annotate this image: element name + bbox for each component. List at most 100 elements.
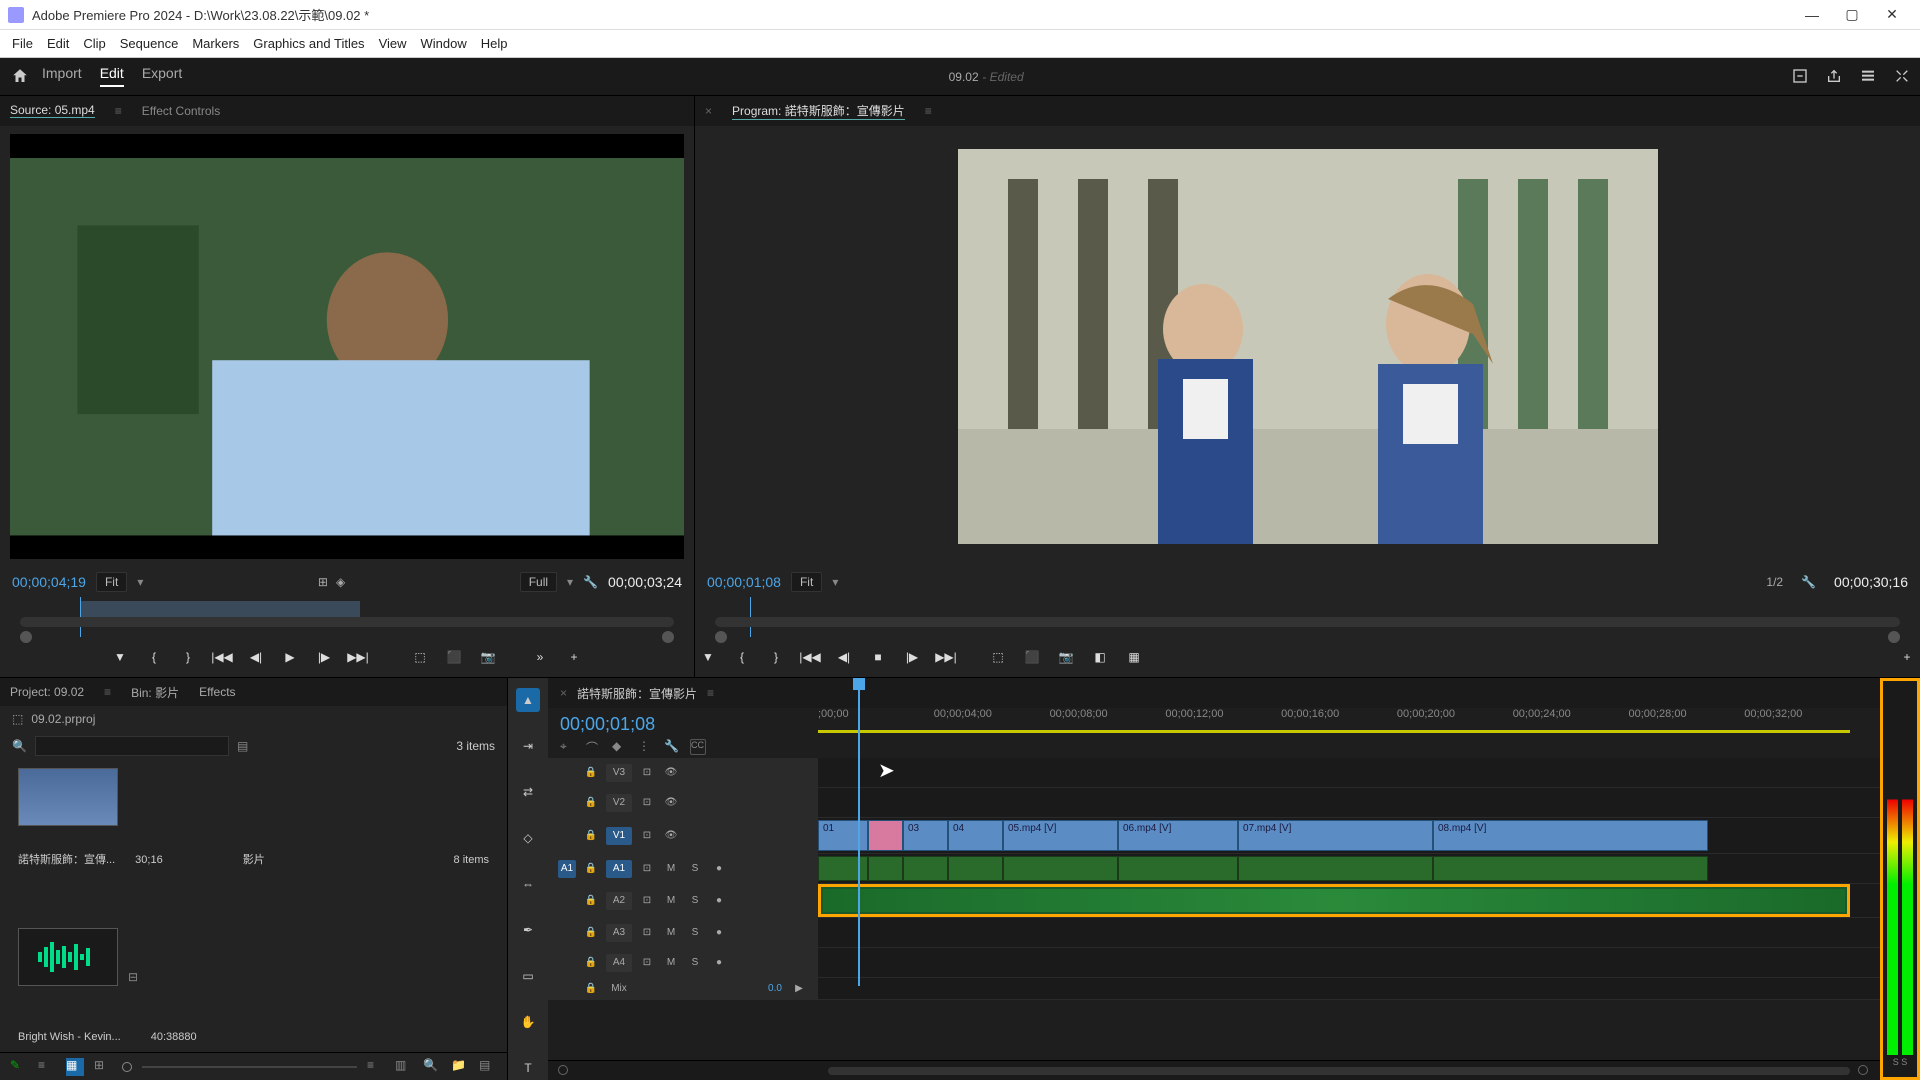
go-to-out-icon[interactable]: ▶▶| (933, 644, 959, 670)
close-tab-icon[interactable]: × (560, 686, 567, 700)
search-icon[interactable]: 🔍 (12, 739, 27, 753)
chevron-down-icon[interactable]: ▾ (567, 575, 573, 589)
tab-program[interactable]: Program: 諾特斯服飾：宣傳影片 (732, 102, 905, 120)
maximize-button[interactable]: ▢ (1832, 0, 1872, 30)
video-clip[interactable]: 07.mp4 [V] (1238, 820, 1433, 851)
track-name[interactable]: A3 (606, 924, 632, 942)
close-button[interactable]: ✕ (1872, 0, 1912, 30)
mark-out-icon[interactable]: } (763, 644, 789, 670)
program-video-area[interactable] (695, 126, 1920, 567)
linked-selection-icon[interactable]: ⌒ (586, 739, 602, 755)
audio-track-4[interactable]: 🔒A4⊡MS● (548, 948, 1880, 978)
mute-icon[interactable]: M (662, 954, 680, 972)
zoom-slider-handle[interactable] (122, 1062, 132, 1072)
export-frame-icon[interactable]: 📷 (1053, 644, 1079, 670)
wrench-icon[interactable]: 🔧 (583, 575, 598, 589)
tab-effect-controls[interactable]: Effect Controls (142, 104, 220, 118)
lock-icon[interactable]: 🔒 (582, 954, 600, 972)
step-back-icon[interactable]: ◀| (243, 644, 269, 670)
track-name[interactable]: V2 (606, 794, 632, 812)
track-name[interactable]: A1 (606, 860, 632, 878)
go-to-in-icon[interactable]: |◀◀ (209, 644, 235, 670)
comparison-view-icon[interactable]: ◧ (1087, 644, 1113, 670)
new-item-icon[interactable]: ▤ (479, 1058, 497, 1076)
source-resolution-dropdown[interactable]: Full (520, 572, 557, 592)
horizontal-scrollbar[interactable] (828, 1067, 1850, 1075)
track-select-tool-icon[interactable]: ⇥ (516, 734, 540, 758)
audio-clip[interactable] (1433, 856, 1708, 881)
voiceover-icon[interactable]: ● (710, 860, 728, 878)
share-icon[interactable] (1824, 66, 1844, 86)
close-tab-icon[interactable]: × (705, 104, 712, 118)
tab-project[interactable]: Project: 09.02 (10, 685, 84, 699)
list-view-icon[interactable]: ≡ (38, 1058, 56, 1076)
search-input[interactable] (35, 736, 229, 756)
audio-clip[interactable] (1238, 856, 1433, 881)
video-track-3[interactable]: 🔒V3⊡👁 (548, 758, 1880, 788)
bin-name[interactable]: 影片 (243, 851, 265, 867)
lock-icon[interactable]: 🔒 (582, 860, 600, 878)
icon-view-icon[interactable]: ▦ (66, 1058, 84, 1076)
video-clip[interactable]: 05.mp4 [V] (1003, 820, 1118, 851)
safe-margins-icon[interactable]: ▦ (1121, 644, 1147, 670)
sync-lock-icon[interactable]: ⊡ (638, 924, 656, 942)
zoom-handle-right[interactable] (662, 631, 674, 643)
timeline-playhead[interactable] (858, 686, 860, 986)
lift-icon[interactable]: ⬚ (985, 644, 1011, 670)
quick-export-icon[interactable] (1790, 66, 1810, 86)
voiceover-icon[interactable]: ● (710, 954, 728, 972)
add-marker-icon[interactable]: ▼ (695, 644, 721, 670)
lock-icon[interactable]: 🔒 (582, 924, 600, 942)
workspace-menu-icon[interactable] (1858, 66, 1878, 86)
mark-in-icon[interactable]: { (141, 644, 167, 670)
eye-icon[interactable]: 👁 (662, 764, 680, 782)
solo-icon[interactable]: S (686, 860, 704, 878)
lock-icon[interactable]: 🔒 (582, 827, 600, 845)
voiceover-icon[interactable]: ● (710, 924, 728, 942)
tab-export[interactable]: Export (142, 65, 182, 87)
hand-tool-icon[interactable]: ✋ (516, 1010, 540, 1034)
zoom-handle-right[interactable] (1888, 631, 1900, 643)
tab-import[interactable]: Import (42, 65, 82, 87)
a1-track-body[interactable] (818, 854, 1880, 883)
insert-overwrite-icon[interactable]: ⊞ (318, 575, 328, 589)
voiceover-icon[interactable]: ● (710, 892, 728, 910)
video-clip[interactable]: 08.mp4 [V] (1433, 820, 1708, 851)
audio-clip[interactable] (1118, 856, 1238, 881)
video-clip[interactable]: 01 (818, 820, 868, 851)
source-video[interactable] (10, 134, 684, 559)
pen-tool-icon[interactable]: ✒ (516, 918, 540, 942)
menu-icon[interactable]: ≡ (104, 685, 111, 699)
lock-icon[interactable]: 🔒 (582, 892, 600, 910)
mix-output-icon[interactable]: ▶ (790, 980, 808, 998)
minimize-button[interactable]: — (1792, 0, 1832, 30)
home-icon[interactable] (8, 64, 32, 88)
step-forward-icon[interactable]: |▶ (899, 644, 925, 670)
timeline-display-settings-icon[interactable]: ⋮ (638, 739, 654, 755)
folder-up-icon[interactable]: ⬚ (12, 712, 23, 726)
timeline-timecode[interactable]: 00;00;01;08 (560, 714, 806, 735)
pencil-icon[interactable]: ✎ (10, 1058, 28, 1076)
eye-icon[interactable]: 👁 (662, 794, 680, 812)
mute-icon[interactable]: M (662, 860, 680, 878)
go-to-in-icon[interactable]: |◀◀ (797, 644, 823, 670)
slip-tool-icon[interactable]: ⇔ (516, 872, 540, 896)
audio-track-1[interactable]: A1🔒A1⊡MS● (548, 854, 1880, 884)
work-area-bar[interactable] (818, 730, 1850, 733)
sync-lock-icon[interactable]: ⊡ (638, 794, 656, 812)
automate-to-sequence-icon[interactable]: ▥ (395, 1058, 413, 1076)
chevron-down-icon[interactable]: ▾ (137, 575, 143, 589)
tab-bin[interactable]: Bin: 影片 (131, 684, 179, 701)
audio-clip[interactable] (818, 856, 868, 881)
lock-icon[interactable]: 🔒 (582, 794, 600, 812)
tab-source-menu-icon[interactable]: ≡ (115, 104, 122, 118)
sort-icon[interactable]: ≡ (367, 1058, 385, 1076)
export-frame-icon[interactable]: 📷 (475, 644, 501, 670)
track-name[interactable]: V3 (606, 764, 632, 782)
menu-clip[interactable]: Clip (83, 36, 105, 51)
program-scrubber[interactable] (695, 597, 1920, 637)
source-scrubber[interactable] (0, 597, 694, 637)
play-icon[interactable]: ▶ (277, 644, 303, 670)
tab-program-menu-icon[interactable]: ≡ (925, 104, 932, 118)
add-marker-icon[interactable]: ▼ (107, 644, 133, 670)
